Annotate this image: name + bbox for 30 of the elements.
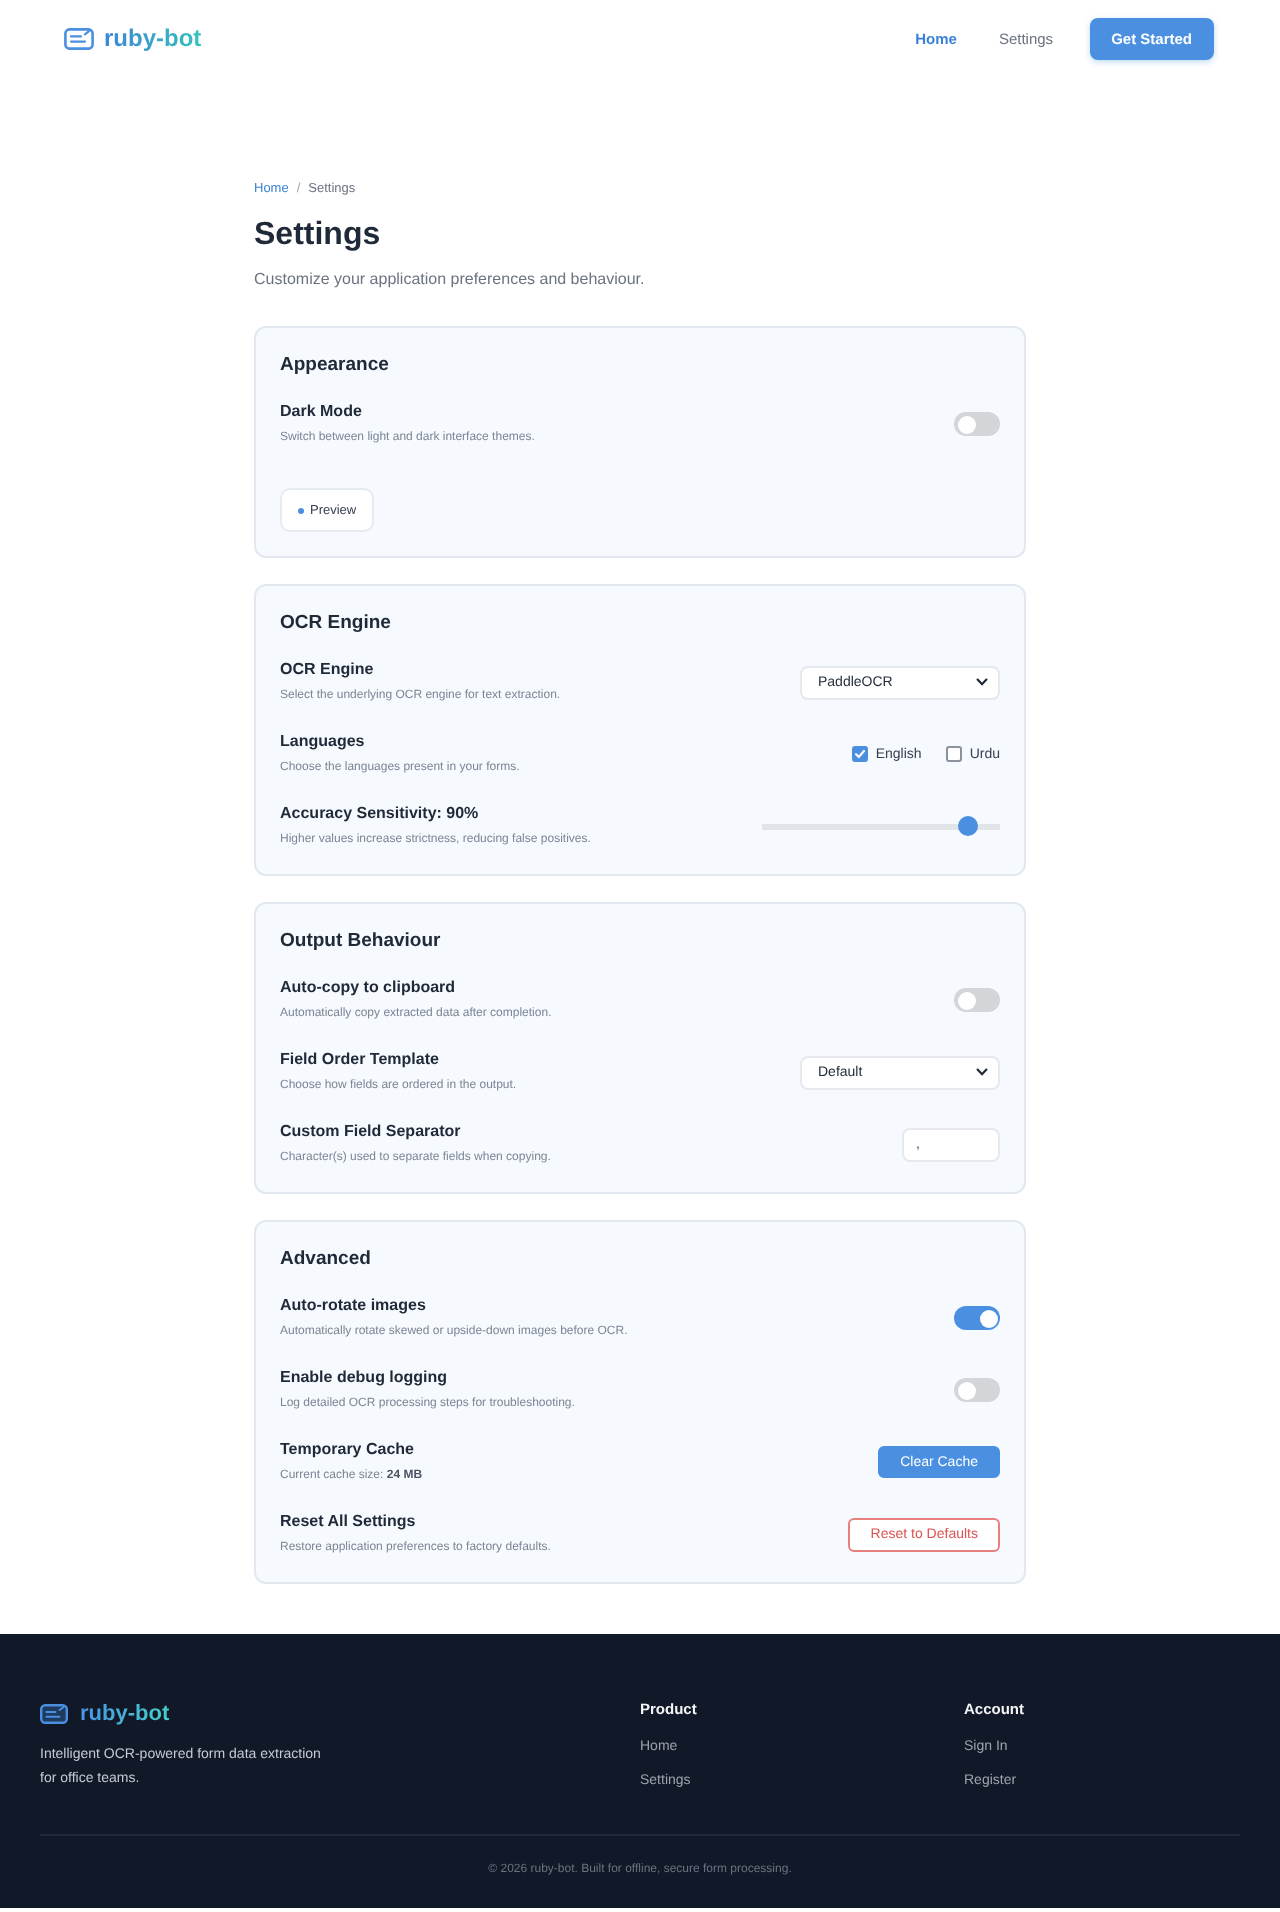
toggle-switch[interactable]: [954, 412, 1000, 436]
dot-icon: [298, 507, 304, 513]
page-title: Settings: [254, 216, 383, 256]
setting-label: Reset All Settings: [280, 1510, 418, 1534]
footer-logo-text[interactable]: ruby-bot: [80, 1700, 170, 1728]
slider-thumb[interactable]: [958, 816, 979, 836]
setting-label: OCR Engine: [280, 658, 376, 682]
setting-label: Accuracy Sensitivity: 90%: [280, 802, 481, 826]
checkbox[interactable]: [945, 746, 962, 762]
toggle-switch[interactable]: [954, 1378, 1000, 1402]
toggle-switch[interactable]: [954, 988, 1000, 1012]
section-title: Advanced: [280, 1246, 373, 1272]
page-subtitle: Customize your application preferences and behaviour.: [254, 268, 647, 290]
section-title: OCR Engine: [280, 610, 393, 636]
setting-label: Dark Mode: [280, 400, 364, 424]
chevron-down-icon: [976, 1068, 988, 1076]
checkbox[interactable]: [851, 746, 868, 762]
card-icon: [64, 27, 94, 49]
setting-label: Auto-copy to clipboard: [280, 976, 458, 1000]
section-title: Output Behaviour: [280, 928, 443, 954]
setting-label: Custom Field Separator: [280, 1120, 463, 1144]
chevron-down-icon: [976, 678, 988, 686]
setting-label: Field Order Template: [280, 1048, 441, 1072]
toggle-switch[interactable]: [954, 1306, 1000, 1330]
setting-label: Temporary Cache: [280, 1438, 416, 1462]
setting-label: Auto-rotate images: [280, 1294, 428, 1318]
section-title: Appearance: [280, 352, 391, 378]
card-icon: [40, 1704, 68, 1724]
setting-label: Enable debug logging: [280, 1366, 450, 1390]
setting-label: Languages: [280, 730, 367, 754]
